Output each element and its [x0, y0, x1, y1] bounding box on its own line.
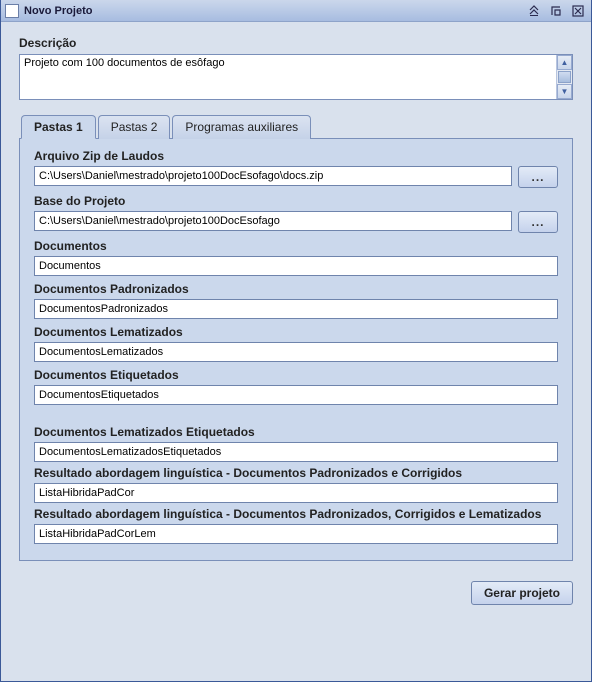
tab-bar: Pastas 1 Pastas 2 Programas auxiliares — [21, 115, 573, 139]
description-label: Descrição — [19, 36, 573, 50]
description-scrollbar[interactable]: ▲ ▼ — [556, 55, 572, 99]
zip-browse-button[interactable]: ... — [518, 166, 558, 188]
documentos-lem-etiq-input[interactable] — [34, 442, 558, 462]
gerar-projeto-button[interactable]: Gerar projeto — [471, 581, 573, 605]
tab-panel-pastas-1: Arquivo Zip de Laudos ... Base do Projet… — [19, 138, 573, 561]
close-button[interactable] — [569, 3, 587, 19]
minimize-button[interactable] — [525, 3, 543, 19]
documentos-padronizados-label: Documentos Padronizados — [34, 282, 558, 296]
base-label: Base do Projeto — [34, 194, 558, 208]
scroll-down-icon[interactable]: ▼ — [557, 84, 572, 99]
titlebar: Novo Projeto — [1, 0, 591, 22]
tab-pastas-1[interactable]: Pastas 1 — [21, 115, 96, 139]
dialog-window: Novo Projeto Descrição ▲ ▼ — [0, 0, 592, 682]
documentos-lem-etiq-label: Documentos Lematizados Etiquetados — [34, 425, 558, 439]
description-textarea[interactable] — [20, 55, 556, 99]
documentos-padronizados-input[interactable] — [34, 299, 558, 319]
zip-input[interactable] — [34, 166, 512, 186]
tab-programas-auxiliares[interactable]: Programas auxiliares — [172, 115, 311, 139]
description-field-wrapper: ▲ ▼ — [19, 54, 573, 100]
documentos-lematizados-label: Documentos Lematizados — [34, 325, 558, 339]
window-title: Novo Projeto — [24, 5, 525, 17]
scroll-up-icon[interactable]: ▲ — [557, 55, 572, 70]
window-icon — [5, 4, 19, 18]
documentos-label: Documentos — [34, 239, 558, 253]
tab-pastas-2[interactable]: Pastas 2 — [98, 115, 171, 139]
documentos-input[interactable] — [34, 256, 558, 276]
resultado-pad-cor-input[interactable] — [34, 483, 558, 503]
zip-label: Arquivo Zip de Laudos — [34, 149, 558, 163]
resultado-pad-cor-lem-input[interactable] — [34, 524, 558, 544]
documentos-etiquetados-input[interactable] — [34, 385, 558, 405]
scroll-thumb[interactable] — [558, 71, 571, 83]
resultado-pad-cor-label: Resultado abordagem linguística - Docume… — [34, 466, 558, 480]
documentos-etiquetados-label: Documentos Etiquetados — [34, 368, 558, 382]
base-browse-button[interactable]: ... — [518, 211, 558, 233]
resultado-pad-cor-lem-label: Resultado abordagem linguística - Docume… — [34, 507, 558, 521]
documentos-lematizados-input[interactable] — [34, 342, 558, 362]
base-input[interactable] — [34, 211, 512, 231]
maximize-button[interactable] — [547, 3, 565, 19]
